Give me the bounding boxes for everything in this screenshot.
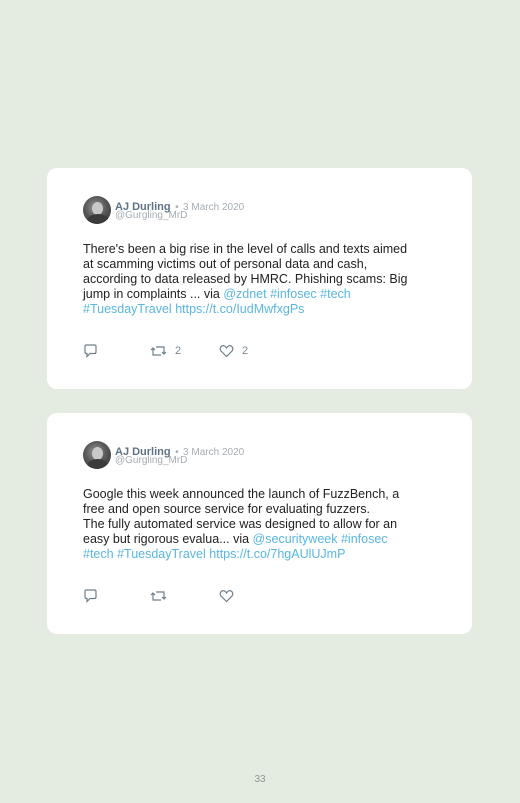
reply-button[interactable] [83,589,98,603]
mention-link[interactable]: @securityweek [253,532,338,546]
avatar[interactable] [83,441,111,469]
hashtag-link[interactable]: #TuesdayTravel [83,302,172,316]
avatar-body [87,214,109,224]
tweet-text-line: free and open source service for evaluat… [83,502,443,517]
hashtag-link[interactable]: #tech [83,547,114,561]
tweet-text-segment: at scamming victims out of personal data… [83,257,368,271]
tweet-text-segment: The fully automated service was designed… [83,517,398,531]
page-number: 33 [254,774,266,785]
reply-icon [84,589,97,603]
tweet-text-segment: free and open source service for evaluat… [83,502,370,516]
retweet-button[interactable] [150,589,175,603]
hashtag-link[interactable]: #TuesdayTravel [117,547,206,561]
tweet-text-line: jump in complaints ... via @zdnet #infos… [83,287,443,302]
tweet-text-line: #tech #TuesdayTravel https://t.co/7hgAUl… [83,547,443,562]
author-handle[interactable]: @Gurgling_MrD [115,210,187,221]
mention-link[interactable]: @zdnet [223,287,266,301]
tweet-text-line: #TuesdayTravel https://t.co/IudMwfxgPs [83,302,443,317]
tweet-text-line: at scamming victims out of personal data… [83,257,443,272]
like-button[interactable] [219,589,242,603]
like-count: 2 [242,345,249,357]
tweet-text-segment: according to data released by HMRC. Phis… [83,272,408,286]
retweet-count: 2 [175,345,182,357]
tweet-text-segment: jump in complaints ... via [83,287,224,301]
tweet-text-line: according to data released by HMRC. Phis… [83,272,443,287]
retweet-icon [150,591,167,601]
tweet-card: AJ Durling • 3 March 2020 @Gurgling_MrD … [47,413,472,634]
like-button[interactable]: 2 [219,344,248,358]
hashtag-link[interactable]: #infosec [341,532,388,546]
tweet-text-line: easy but rigorous evalua... via @securit… [83,532,443,547]
tweet-text-segment: Google this week announced the launch of… [83,487,400,501]
reply-button[interactable] [83,344,98,358]
tweet-actions [83,589,383,605]
heart-icon [219,345,234,358]
tweet-text-line: There's been a big rise in the level of … [83,242,443,257]
tweet-text: There's been a big rise in the level of … [83,242,443,317]
url-link[interactable]: https://t.co/IudMwfxgPs [175,302,304,316]
retweet-icon [150,346,167,356]
retweet-button[interactable]: 2 [150,344,181,358]
hashtag-link[interactable]: #tech [320,287,351,301]
tweet-card: AJ Durling • 3 March 2020 @Gurgling_MrD … [47,168,472,389]
url-link[interactable]: https://t.co/7hgAUlUJmP [209,547,345,561]
tweet-text-segment: There's been a big rise in the level of … [83,242,408,256]
reply-icon [84,344,97,358]
avatar[interactable] [83,196,111,224]
tweet-text: Google this week announced the launch of… [83,487,443,562]
tweet-text-line: Google this week announced the launch of… [83,487,443,502]
tweet-actions: 2 2 [83,344,383,360]
tweet-date[interactable]: 3 March 2020 [183,447,244,458]
hashtag-link[interactable]: #infosec [270,287,317,301]
heart-icon [219,590,234,603]
tweet-text-segment: easy but rigorous evalua... via [83,532,253,546]
tweet-date[interactable]: 3 March 2020 [183,202,244,213]
tweet-text-line: The fully automated service was designed… [83,517,443,532]
author-handle[interactable]: @Gurgling_MrD [115,455,187,466]
avatar-body [87,459,109,469]
